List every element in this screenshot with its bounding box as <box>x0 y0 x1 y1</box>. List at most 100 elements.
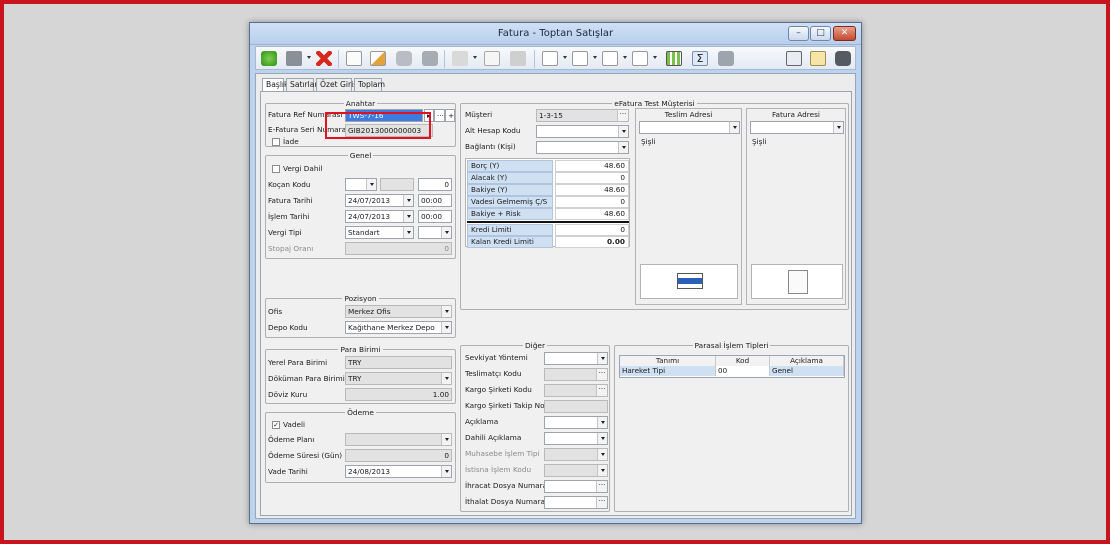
camera-button[interactable] <box>716 49 736 68</box>
kocan-number-input[interactable]: 0 <box>418 178 452 191</box>
grid-view-button[interactable] <box>664 49 684 68</box>
kocan-select[interactable] <box>345 178 377 191</box>
archive-button[interactable] <box>508 49 528 68</box>
sevkiyat-dropdown-icon[interactable] <box>597 353 607 364</box>
stopaj-input[interactable]: 0 <box>345 242 452 255</box>
doc-b-button[interactable] <box>570 49 590 68</box>
alt-hesap-dropdown-icon[interactable] <box>618 126 628 137</box>
binoculars-button[interactable] <box>833 49 853 68</box>
ofis-select[interactable]: Merkez Ofis <box>345 305 452 318</box>
teslimatci-lookup-button[interactable]: ··· <box>596 369 607 380</box>
col-aciklama[interactable]: Açıklama <box>770 356 844 366</box>
fatura-saat-input[interactable]: 00:00 <box>418 194 452 207</box>
row-tanim[interactable]: Hareket Tipi <box>620 366 716 376</box>
doc-b-dropdown-icon[interactable] <box>593 56 597 59</box>
baglanti-dropdown-icon[interactable] <box>618 142 628 153</box>
add-button[interactable] <box>259 49 279 68</box>
fatura-ref-add-button[interactable]: + <box>445 109 455 122</box>
row-aciklama[interactable]: Genel <box>770 366 844 376</box>
dahili-dropdown-icon[interactable] <box>597 433 607 444</box>
vergi-tipi-extra-select[interactable] <box>418 226 452 239</box>
ithalat-lookup-button[interactable]: ··· <box>596 497 607 508</box>
islem-saat-input[interactable]: 00:00 <box>418 210 452 223</box>
ihracat-lookup-button[interactable]: ··· <box>596 481 607 492</box>
kargo-takip-input[interactable] <box>544 400 608 413</box>
fatura-adresi-dropdown-icon[interactable] <box>833 122 843 133</box>
vergi-tipi-dropdown-icon[interactable] <box>403 227 413 238</box>
fatura-ref-lookup-button[interactable]: ··· <box>434 109 445 122</box>
sevkiyat-select[interactable] <box>544 352 608 365</box>
dahili-select[interactable] <box>544 432 608 445</box>
kargo-input[interactable]: ··· <box>544 384 608 397</box>
musteri-input[interactable]: 1-3-15 ··· <box>536 109 629 122</box>
vergi-tipi-extra-dropdown-icon[interactable] <box>441 227 451 238</box>
save-button[interactable] <box>284 49 304 68</box>
fatura-image-button[interactable] <box>751 264 843 299</box>
tab-satirlar[interactable]: Satırlar <box>286 78 318 91</box>
istisna-select[interactable] <box>544 464 608 477</box>
ofis-dropdown-icon[interactable] <box>441 306 451 317</box>
depo-dropdown-icon[interactable] <box>441 322 451 333</box>
doc-d-button[interactable] <box>630 49 650 68</box>
print-preview-button[interactable] <box>394 49 414 68</box>
row-kod[interactable]: 00 <box>716 366 770 376</box>
teslim-image-button[interactable] <box>640 264 738 299</box>
teslim-adresi-select[interactable] <box>639 121 740 134</box>
col-kod[interactable]: Kod <box>716 356 770 366</box>
close-button[interactable]: ✕ <box>833 26 856 41</box>
note-button[interactable] <box>808 49 828 68</box>
vade-tarihi-input[interactable]: 24/08/2013 <box>345 465 452 478</box>
kocan-series-input[interactable] <box>380 178 414 191</box>
kocan-dropdown-icon[interactable] <box>366 179 376 190</box>
fatura-adresi-select[interactable] <box>750 121 844 134</box>
delete-button[interactable] <box>314 49 334 68</box>
ithalat-input[interactable]: ··· <box>544 496 608 509</box>
add-line-button[interactable] <box>482 49 502 68</box>
dokuman-para-dropdown-icon[interactable] <box>441 373 451 384</box>
tab-toplam[interactable]: Toplam <box>354 78 385 91</box>
vade-tarihi-dropdown-icon[interactable] <box>441 466 451 477</box>
blank-dropdown-icon[interactable] <box>473 56 477 59</box>
iade-checkbox[interactable] <box>272 138 280 146</box>
islem-tarihi-dropdown-icon[interactable] <box>403 211 413 222</box>
dokuman-para-select[interactable]: TRY <box>345 372 452 385</box>
save-dropdown-icon[interactable] <box>307 56 311 59</box>
depo-select[interactable]: Kağıthane Merkez Depo <box>345 321 452 334</box>
minimize-button[interactable]: – <box>788 26 809 41</box>
muhasebe-select[interactable] <box>544 448 608 461</box>
teslim-adresi-dropdown-icon[interactable] <box>729 122 739 133</box>
aciklama-dropdown-icon[interactable] <box>597 417 607 428</box>
display-button[interactable] <box>784 49 804 68</box>
tab-ozet-giris[interactable]: Özet Giriş <box>316 78 357 91</box>
baglanti-select[interactable] <box>536 141 629 154</box>
aciklama-select[interactable] <box>544 416 608 429</box>
ihracat-input[interactable]: ··· <box>544 480 608 493</box>
doc-d-dropdown-icon[interactable] <box>653 56 657 59</box>
vergi-dahil-checkbox[interactable] <box>272 165 280 173</box>
print-button[interactable] <box>420 49 440 68</box>
blank-button[interactable] <box>450 49 470 68</box>
vergi-tipi-select[interactable]: Standart <box>345 226 414 239</box>
muhasebe-dropdown-icon[interactable] <box>597 449 607 460</box>
odeme-plani-dropdown-icon[interactable] <box>441 434 451 445</box>
edit-button[interactable] <box>368 49 388 68</box>
musteri-lookup-button[interactable]: ··· <box>617 110 628 121</box>
doc-c-button[interactable] <box>600 49 620 68</box>
teslimatci-input[interactable]: ··· <box>544 368 608 381</box>
istisna-dropdown-icon[interactable] <box>597 465 607 476</box>
doviz-kuru-input[interactable]: 1.00 <box>345 388 452 401</box>
sum-button[interactable]: Σ <box>690 49 710 68</box>
odeme-plani-select[interactable] <box>345 433 452 446</box>
odeme-suresi-input[interactable]: 0 <box>345 449 452 462</box>
doc-c-dropdown-icon[interactable] <box>623 56 627 59</box>
new-document-button[interactable] <box>344 49 364 68</box>
maximize-button[interactable]: □ <box>810 26 831 41</box>
vadeli-checkbox[interactable]: ✓ <box>272 421 280 429</box>
kargo-lookup-button[interactable]: ··· <box>596 385 607 396</box>
alt-hesap-select[interactable] <box>536 125 629 138</box>
fatura-tarihi-dropdown-icon[interactable] <box>403 195 413 206</box>
col-tanimi[interactable]: Tanımı <box>620 356 716 366</box>
yerel-para-input[interactable]: TRY <box>345 356 452 369</box>
islem-tarihi-input[interactable]: 24/07/2013 <box>345 210 414 223</box>
fatura-tarihi-input[interactable]: 24/07/2013 <box>345 194 414 207</box>
